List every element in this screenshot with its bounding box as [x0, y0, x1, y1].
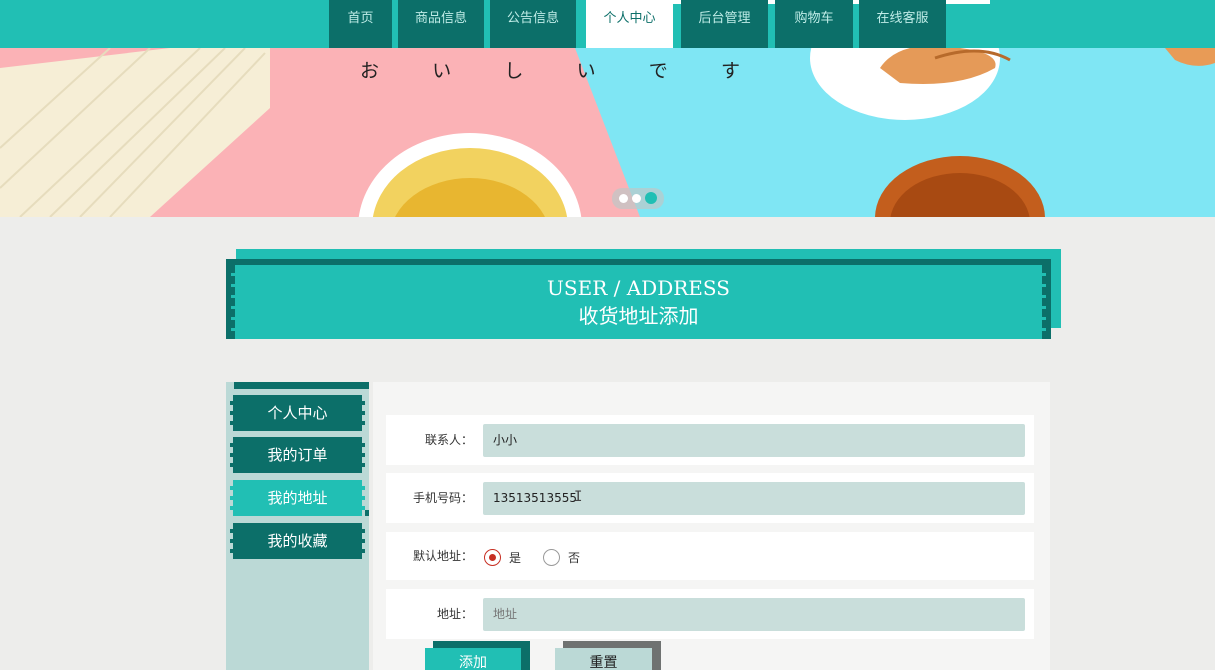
default-yes-radio[interactable] — [484, 548, 501, 566]
nav-item-products[interactable]: 商品信息 — [398, 0, 484, 48]
banner-caption-char: で — [648, 60, 668, 82]
form-row-contact: 联系人： — [386, 415, 1034, 465]
contact-label: 联系人： — [424, 433, 473, 447]
nav-item-announcements[interactable]: 公告信息 — [490, 0, 576, 48]
carousel-dot-2[interactable] — [632, 194, 641, 203]
banner-caption-char: い — [576, 60, 596, 82]
side-menu-top-accent — [234, 382, 369, 389]
section-title-chinese: 收货地址添加 — [578, 304, 699, 328]
form-row-phone: 手机号码： — [386, 473, 1034, 523]
text-cursor-icon: I — [574, 489, 583, 505]
side-menu: 个人中心 我的订单 我的地址 我的收藏 — [226, 382, 369, 670]
address-input[interactable] — [483, 598, 1025, 631]
default-address-radio-group: 是 否 — [484, 548, 602, 566]
noodles-illustration — [0, 48, 270, 217]
top-navigation-bar: 首页 商品信息 公告信息 个人中心 后台管理 购物车 在线客服 — [0, 0, 1215, 48]
carousel-dot-1[interactable] — [619, 194, 628, 203]
side-item-personal-center[interactable]: 个人中心 — [230, 395, 365, 431]
default-yes-label: 是 — [509, 550, 522, 565]
section-title: USER / ADDRESS 收货地址添加 — [231, 265, 1046, 339]
side-item-my-orders[interactable]: 我的订单 — [230, 437, 365, 473]
submit-button[interactable]: 添加 — [425, 648, 521, 670]
carousel-indicator — [612, 188, 664, 209]
nav-item-cart[interactable]: 购物车 — [775, 0, 853, 48]
side-item-my-address[interactable]: 我的地址 — [230, 480, 365, 516]
form-row-address: 地址： — [386, 589, 1034, 639]
nav-item-customer-service[interactable]: 在线客服 — [859, 0, 946, 48]
carousel-dot-3[interactable] — [645, 192, 657, 204]
nav-item-admin[interactable]: 后台管理 — [681, 0, 768, 48]
phone-input[interactable] — [483, 482, 1025, 515]
default-no-radio[interactable] — [543, 548, 561, 566]
nav-item-personal-center[interactable]: 个人中心 — [586, 0, 673, 48]
reset-button[interactable]: 重置 — [555, 648, 652, 670]
banner-caption-char: お — [360, 60, 380, 82]
banner-caption: お い し い で す — [360, 56, 740, 82]
contact-input[interactable] — [483, 424, 1025, 457]
banner-caption-char: し — [504, 60, 524, 82]
default-no-label: 否 — [568, 550, 581, 565]
nav-item-home[interactable]: 首页 — [329, 0, 392, 48]
address-label: 地址： — [436, 607, 473, 621]
default-address-label: 默认地址： — [412, 549, 473, 563]
banner-caption-char: い — [432, 60, 452, 82]
phone-label: 手机号码： — [412, 491, 473, 505]
egg-bowl-illustration — [358, 133, 582, 217]
address-form-panel: 联系人： 手机号码： 默认地址： 是 否 地址： 添加 重置 — [373, 382, 1050, 670]
hero-banner: お い し い で す — [0, 48, 1215, 217]
form-row-default-address: 默认地址： 是 否 — [386, 532, 1034, 580]
banner-caption-char: す — [720, 60, 740, 82]
section-title-english: USER / ADDRESS — [547, 276, 730, 300]
side-item-my-favorites[interactable]: 我的收藏 — [230, 523, 365, 559]
